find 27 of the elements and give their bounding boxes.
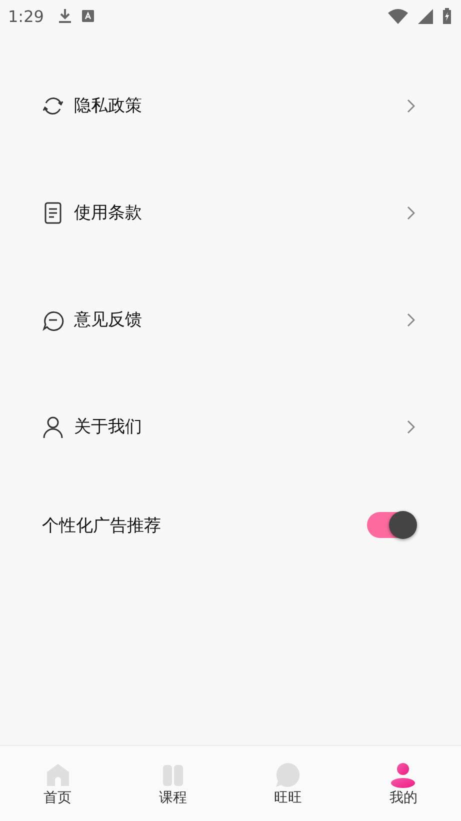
home-icon: [44, 762, 71, 788]
tab[interactable]: 课程: [115, 746, 230, 821]
chat-icon: [42, 308, 64, 330]
clock-time: 1:29: [8, 6, 44, 26]
chevron-right-icon: [407, 206, 415, 220]
document-icon: [42, 202, 64, 224]
toggle-switch[interactable]: [367, 512, 415, 538]
tab[interactable]: 首页: [0, 746, 116, 821]
chat-icon: [275, 762, 302, 788]
chevron-right-icon: [407, 312, 415, 326]
download-icon: [58, 8, 72, 24]
tab[interactable]: 我的: [346, 746, 461, 821]
menu-item[interactable]: 隐私政策: [42, 52, 415, 159]
wifi-icon: [388, 8, 408, 24]
signal-icon: [418, 8, 433, 24]
setting-label: 个性化广告推荐: [42, 514, 161, 536]
menu-item[interactable]: 意见反馈: [42, 266, 415, 373]
person-icon: [390, 762, 416, 788]
chevron-right-icon: [407, 420, 415, 434]
menu-item[interactable]: 使用条款: [42, 159, 415, 266]
chevron-right-icon: [407, 98, 415, 112]
tab[interactable]: 旺旺: [230, 746, 346, 821]
battery-icon: [443, 8, 451, 24]
refresh-icon: [42, 94, 64, 116]
keyboard-icon: [82, 10, 94, 22]
person-icon: [42, 416, 64, 438]
menu-item[interactable]: 关于我们: [42, 373, 415, 480]
